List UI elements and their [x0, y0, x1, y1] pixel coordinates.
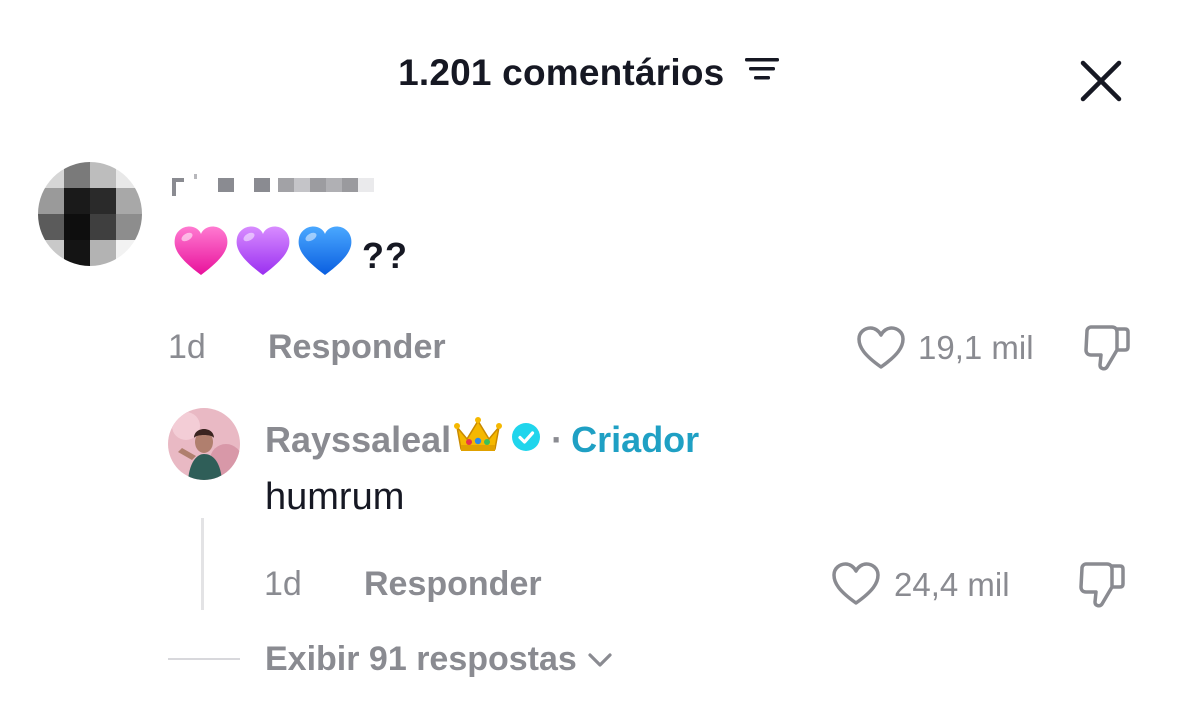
separator-dot: ·	[551, 418, 564, 460]
view-replies-divider	[168, 658, 240, 660]
verified-badge-icon	[511, 419, 541, 461]
sort-lines-icon[interactable]	[743, 51, 781, 93]
dislike-icon[interactable]	[1077, 560, 1127, 615]
comment-text-suffix: ??	[362, 235, 408, 276]
chevron-down-icon	[588, 652, 612, 667]
reply-reply-button[interactable]: Responder	[364, 565, 542, 604]
creator-avatar[interactable]	[168, 408, 240, 480]
pink-heart-emoji	[172, 224, 230, 288]
creator-username-row: Rayssaleal · Criador	[265, 415, 699, 464]
creator-label: Criador	[571, 418, 700, 460]
heart-outline-icon[interactable]	[831, 561, 881, 612]
view-replies-label: Exibir 91 respostas	[265, 640, 577, 678]
reply-like-count: 24,4 mil	[894, 566, 1010, 603]
reply-button[interactable]: Responder	[268, 328, 446, 367]
comment-text: ??	[172, 224, 408, 288]
thread-line	[201, 518, 204, 610]
dislike-icon[interactable]	[1082, 323, 1132, 378]
blue-heart-emoji	[296, 224, 354, 288]
like-count: 19,1 mil	[918, 329, 1034, 366]
purple-heart-emoji	[234, 224, 292, 288]
avatar[interactable]	[38, 162, 142, 266]
heart-outline-icon[interactable]	[856, 325, 906, 376]
reply-time: 1d	[264, 565, 302, 603]
close-icon[interactable]	[1078, 58, 1124, 104]
creator-username[interactable]: Rayssaleal	[265, 419, 451, 461]
comment-time: 1d	[168, 328, 206, 366]
blurred-username[interactable]	[172, 172, 382, 201]
comment-count-title: 1.201 comentários	[398, 52, 725, 93]
comments-header: 1.201 comentários	[0, 52, 1179, 94]
reply-text: humrum	[265, 476, 405, 518]
crown-emoji-icon	[453, 415, 503, 464]
view-replies-button[interactable]: Exibir 91 respostas	[265, 640, 613, 679]
